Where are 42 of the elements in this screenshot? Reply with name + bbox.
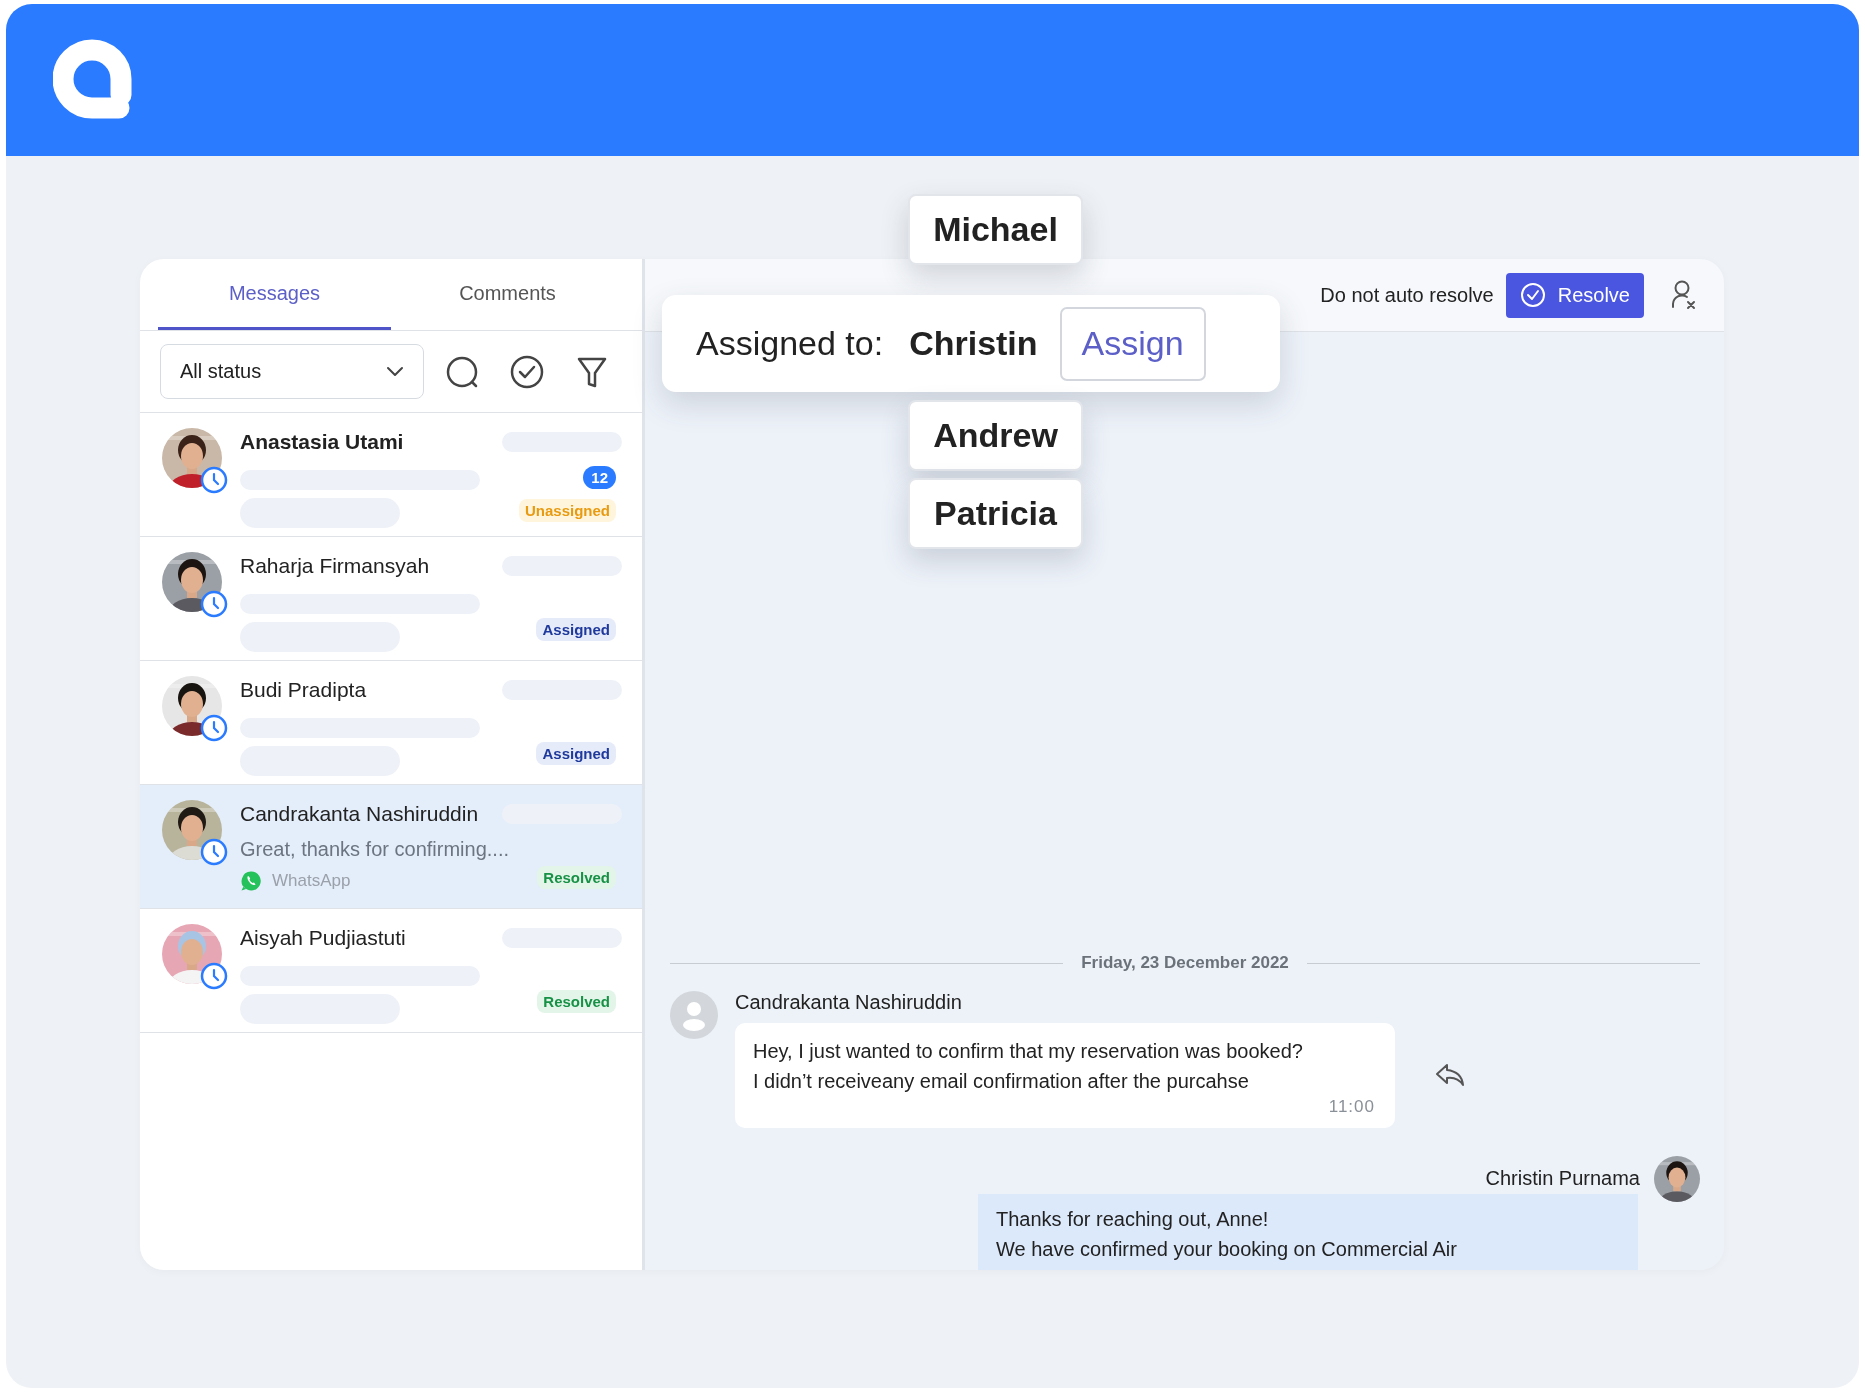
sender-name: Christin Purnama <box>1485 1166 1640 1191</box>
status-dropdown[interactable]: All status <box>160 344 424 399</box>
status-badge: Resolved <box>537 866 616 889</box>
contact-name: Raharja Firmansyah <box>240 553 431 579</box>
agent-option[interactable]: Patricia <box>908 478 1083 549</box>
tab[interactable]: Comments <box>391 259 624 330</box>
whatsapp-icon <box>240 870 262 892</box>
agent-option[interactable]: Andrew <box>908 400 1083 471</box>
logo-icon <box>53 39 135 121</box>
date-divider-label: Friday, 23 December 2022 <box>1081 953 1289 973</box>
assigned-label: Assigned to: <box>696 324 884 363</box>
clock-icon <box>200 714 228 742</box>
clock-icon <box>200 590 228 618</box>
clock-icon <box>200 838 228 866</box>
message-bubble: Thanks for reaching out, Anne! We have confirmed your booking on Commercial Air <box>978 1194 1638 1270</box>
resolve-button[interactable]: Resolve <box>1505 272 1644 318</box>
check-circle-icon <box>1519 282 1546 308</box>
status-badge: Assigned <box>536 742 616 765</box>
auto-resolve-label: Do not auto resolve <box>1320 283 1494 307</box>
clock-icon <box>200 962 228 990</box>
contact-name: Candrakanta Nashiruddin <box>240 801 480 827</box>
clock-icon <box>200 466 228 494</box>
contact-name: Aisyah Pudjiastuti <box>240 925 407 951</box>
tab[interactable]: Messages <box>158 259 391 330</box>
search-icon[interactable] <box>445 354 479 389</box>
message-time: 11:00 <box>1328 1097 1375 1116</box>
unread-count-badge: 12 <box>583 466 616 489</box>
status-badge: Unassigned <box>518 499 616 522</box>
agent-option[interactable]: Michael <box>908 194 1083 265</box>
assignee-name: Christin <box>909 324 1038 363</box>
message-text: Hey, I just wanted to confirm that my reservation was booked? I didn’t receiveany email confirmation after the purcahse <box>753 1039 1304 1094</box>
status-badge: Assigned <box>536 618 616 641</box>
status-badge: Resolved <box>537 990 616 1013</box>
assign-button[interactable]: Assign <box>1059 306 1206 381</box>
message-preview: Great, thanks for confirming.... <box>240 837 509 862</box>
channel-label: WhatsApp <box>272 871 351 891</box>
contact-name: Anastasia Utami <box>240 429 405 455</box>
sender-name: Candrakanta Nashiruddin <box>735 990 963 1015</box>
contact-name: Budi Pradipta <box>240 677 368 703</box>
conversation-row[interactable]: Candrakanta Nashiruddin Great, thanks for confirming.... WhatsApp Resolved <box>140 785 642 909</box>
check-circle-icon[interactable] <box>510 354 544 389</box>
user-avatar-icon <box>670 991 718 1039</box>
